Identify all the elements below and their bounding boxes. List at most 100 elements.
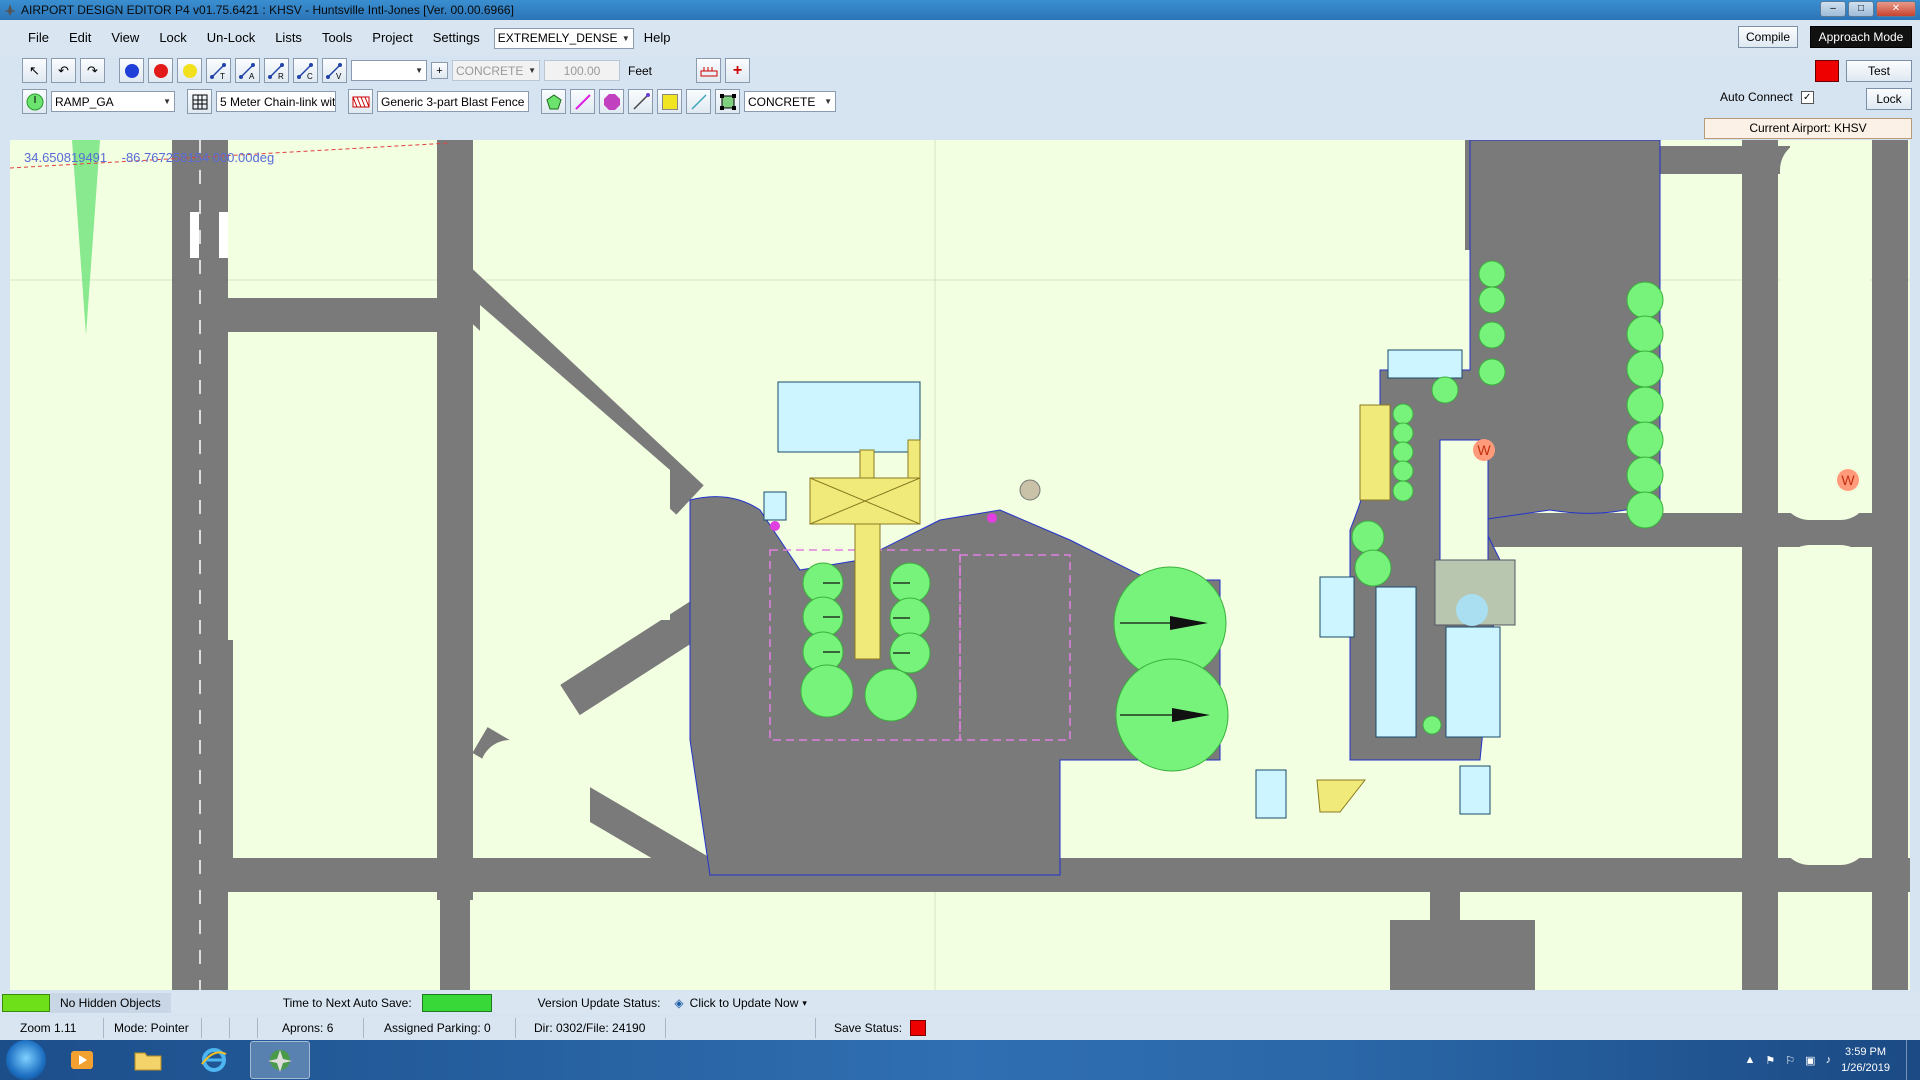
menu-settings[interactable]: Settings: [423, 20, 490, 56]
color-swatch[interactable]: [1815, 60, 1839, 82]
test-button[interactable]: Test: [1846, 60, 1912, 82]
surface-select[interactable]: CONCRETE ▼: [744, 91, 836, 112]
airport-map[interactable]: W W: [10, 140, 1910, 990]
fbo-building-c[interactable]: [1445, 626, 1501, 738]
start-button[interactable]: [6, 1040, 46, 1080]
density-select[interactable]: EXTREMELY_DENSE ▼: [493, 27, 634, 49]
fence-tool-button[interactable]: [187, 89, 212, 114]
menu-lists[interactable]: Lists: [265, 20, 312, 56]
water-marker-a: W: [1477, 442, 1491, 458]
display-icon[interactable]: ▣: [1805, 1054, 1815, 1067]
hold-node-2[interactable]: [770, 521, 780, 531]
blast-fence-select[interactable]: Generic 3-part Blast Fence▼: [377, 91, 529, 112]
vehicle-link-button[interactable]: V: [322, 58, 347, 83]
menu-project[interactable]: Project: [362, 20, 422, 56]
explorer-taskbar-button[interactable]: [118, 1041, 178, 1079]
menu-tools[interactable]: Tools: [312, 20, 362, 56]
undo-button[interactable]: ↶: [51, 58, 76, 83]
runway[interactable]: [172, 140, 228, 990]
light-tool-button[interactable]: [657, 89, 682, 114]
beacon[interactable]: [1019, 479, 1041, 501]
clock[interactable]: 3:59 PM 1/26/2019: [1841, 1044, 1890, 1076]
menu-help[interactable]: Help: [634, 20, 681, 56]
crosshair-button[interactable]: +: [725, 58, 751, 83]
airport-editor-taskbar-button[interactable]: [250, 1041, 310, 1079]
approach-mode-button[interactable]: Approach Mode: [1810, 26, 1912, 48]
fence-type-select[interactable]: 5 Meter Chain-link with be▼: [216, 91, 336, 112]
yellow-node-button[interactable]: [177, 58, 202, 83]
guide-line-tool-button[interactable]: [686, 89, 711, 114]
status-bar-bottom: Zoom 1.11 Mode: Pointer Aprons: 6 Assign…: [0, 1017, 1920, 1039]
pointer-icon: ↖: [29, 62, 40, 78]
media-player-icon: [71, 1051, 93, 1069]
clock-date: 1/26/2019: [1841, 1062, 1890, 1074]
fbo-building-b[interactable]: [1375, 586, 1417, 738]
parking-type-select[interactable]: RAMP_GA ▼: [51, 91, 175, 112]
shed-building-a[interactable]: [1255, 769, 1287, 819]
density-value: EXTREMELY_DENSE: [497, 31, 618, 45]
chevron-down-icon[interactable]: ▾: [802, 998, 807, 1009]
hangar-building[interactable]: [1387, 349, 1463, 379]
surface-value: CONCRETE: [748, 94, 816, 109]
hold-short-tool-button[interactable]: [599, 89, 624, 114]
menu-file[interactable]: File: [18, 20, 59, 56]
parking-spot-icon: [26, 93, 43, 110]
runway-link-button[interactable]: R: [264, 58, 289, 83]
map-canvas[interactable]: W W 34.650819491 -86.767258154 000.00deg: [10, 140, 1910, 990]
blast-fence-tool-button[interactable]: [348, 89, 373, 114]
polygon-tool-button[interactable]: [541, 89, 566, 114]
redo-button[interactable]: ↷: [80, 58, 105, 83]
minimize-button[interactable]: –: [1820, 1, 1846, 17]
folder-icon: [134, 1052, 162, 1071]
taskbar: ▲ ⚑ ⚐ ▣ ♪ 3:59 PM 1/26/2019: [0, 1040, 1920, 1080]
small-building[interactable]: [763, 491, 787, 521]
flag-icon[interactable]: ⚐: [1785, 1054, 1795, 1067]
parking-tool-button[interactable]: [22, 89, 47, 114]
undo-icon: ↶: [58, 62, 69, 78]
lock-button[interactable]: Lock: [1866, 88, 1912, 110]
close-button[interactable]: ✕: [1876, 1, 1916, 17]
red-node-icon: [153, 63, 168, 78]
shed-building-b[interactable]: [1459, 765, 1491, 815]
browser-taskbar-button[interactable]: [184, 1041, 244, 1079]
edge-line-tool-button[interactable]: [570, 89, 595, 114]
network-icon[interactable]: ⚑: [1765, 1054, 1775, 1067]
link-type-select[interactable]: ▼: [351, 60, 427, 81]
auto-connect-label: Auto Connect: [1720, 90, 1793, 104]
hidden-objects-label[interactable]: No Hidden Objects: [50, 993, 171, 1013]
hangar-jetway[interactable]: [1359, 404, 1391, 501]
heading-readout: 000.00deg: [212, 150, 275, 165]
hold-node[interactable]: [987, 513, 997, 523]
tray-expand-icon[interactable]: ▲: [1745, 1054, 1756, 1066]
terminal-building[interactable]: [777, 381, 921, 453]
compile-button[interactable]: Compile: [1738, 26, 1798, 48]
auto-connect-checkbox[interactable]: ✓: [1800, 90, 1814, 104]
add-type-button[interactable]: +: [431, 62, 448, 79]
sign-tool-button[interactable]: [628, 89, 653, 114]
menu-lock[interactable]: Lock: [149, 20, 196, 56]
menu-unlock[interactable]: Un-Lock: [197, 20, 265, 56]
units-label: Feet: [628, 63, 653, 78]
volume-icon[interactable]: ♪: [1826, 1054, 1832, 1066]
auto-connect-toggle[interactable]: Auto Connect ✓: [1720, 90, 1814, 104]
connector-link-button[interactable]: C: [293, 58, 318, 83]
menu-view[interactable]: View: [101, 20, 149, 56]
media-player-taskbar-button[interactable]: [52, 1041, 112, 1079]
link-t-letter: T: [220, 72, 225, 81]
assigned-parking-status: Assigned Parking: 0: [364, 1018, 516, 1038]
blue-node-button[interactable]: [119, 58, 144, 83]
menu-edit[interactable]: Edit: [59, 20, 101, 56]
update-now-link[interactable]: Click to Update Now: [690, 996, 799, 1010]
window-title: AIRPORT DESIGN EDITOR P4 v01.75.6421 : K…: [21, 3, 514, 17]
fbo-building-a[interactable]: [1319, 576, 1355, 638]
south-apron[interactable]: [1390, 920, 1535, 990]
show-desktop-button[interactable]: [1906, 1040, 1920, 1080]
apron-link-button[interactable]: A: [235, 58, 260, 83]
blast-fence-value: Generic 3-part Blast Fence: [381, 94, 525, 109]
red-node-button[interactable]: [148, 58, 173, 83]
pointer-tool-button[interactable]: ↖: [22, 58, 47, 83]
maximize-button[interactable]: □: [1848, 1, 1874, 17]
taxi-link-button[interactable]: T: [206, 58, 231, 83]
ruler-button[interactable]: [696, 58, 722, 83]
apron-tool-button[interactable]: [715, 89, 740, 114]
